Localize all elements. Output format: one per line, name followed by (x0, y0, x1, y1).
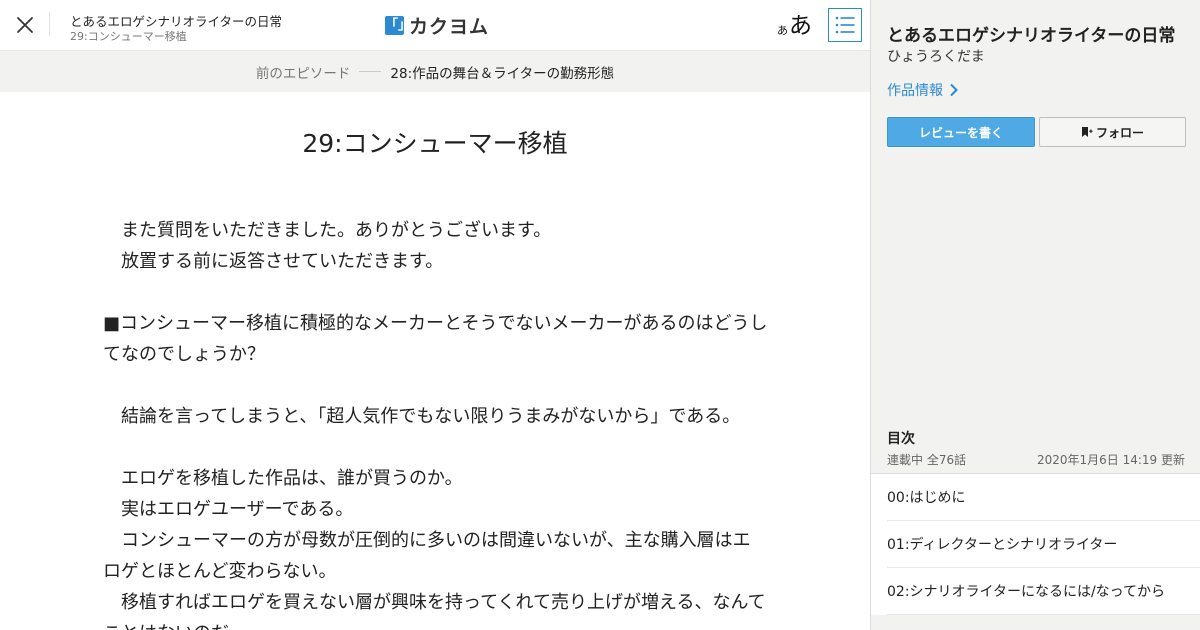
sidebar-work-title[interactable]: とあるエロゲシナリオライターの日常 (887, 21, 1175, 46)
current-episode-title: 29:コンシューマー移植 (70, 30, 187, 43)
episode-heading: 29:コンシューマー移植 (302, 129, 568, 158)
toc-status: 連載中 全76話 (887, 453, 967, 467)
divider (49, 12, 50, 36)
logo-text: カクヨム (409, 15, 490, 38)
sidebar: とあるエロゲシナリオライターの日常 ひょうろくだま 作品情報 レビューを書く フ… (870, 0, 1200, 630)
body-paragraph: 実はエロゲユーザーである。 (103, 499, 354, 520)
episode-body: また質問をいただきました。ありがとうございます。 放置する前に返答させていただき… (103, 215, 768, 630)
follow-button[interactable]: フォロー (1039, 117, 1186, 147)
work-info-link[interactable]: 作品情報 (887, 80, 959, 100)
work-info-label: 作品情報 (887, 83, 943, 99)
body-paragraph: 放置する前に返答させていただきます。 (103, 251, 444, 272)
logo-mark-icon: 「」 (385, 15, 412, 35)
previous-episode-bar: 前のエピソード 28:作品の舞台＆ライターの勤務形態 (0, 51, 870, 92)
font-size-small-glyph: あ (777, 24, 788, 37)
previous-episode-label: 前のエピソード (255, 65, 351, 82)
body-paragraph (103, 432, 768, 463)
toc-updated: 2020年1月6日 14:19 更新 (1036, 453, 1185, 467)
toc-item[interactable]: 02:シナリオライターになるには/なってから (887, 568, 1200, 615)
toc-list: 00:はじめに 01:ディレクターとシナリオライター 02:シナリオライターになるに… (871, 473, 1200, 615)
write-review-button[interactable]: レビューを書く (887, 117, 1035, 147)
body-paragraph (103, 277, 768, 308)
reader-pane: とあるエロゲシナリオライターの日常 29:コンシューマー移植 「」 カクヨム あ… (0, 0, 870, 630)
close-button[interactable] (12, 12, 38, 38)
bookmark-plus-icon (1081, 127, 1093, 137)
logo-mark-glyph: 「」 (385, 17, 412, 33)
body-paragraph: また質問をいただきました。ありがとうございます。 (103, 220, 552, 241)
font-size-toggle[interactable]: あ あ (777, 8, 812, 40)
toc-toggle-button[interactable] (828, 8, 862, 42)
action-buttons: レビューを書く フォロー (887, 117, 1186, 147)
kakuyomu-logo[interactable]: 「」 カクヨム (385, 13, 490, 38)
toc-item[interactable]: 00:はじめに (887, 474, 1200, 521)
body-paragraph: 結論を言ってしまうと、「超人気作でもない限りうまみがないから」である。 (103, 406, 741, 427)
author-name[interactable]: ひょうろくだま (887, 46, 985, 66)
close-icon (17, 17, 33, 33)
toc-heading: 目次 (887, 431, 915, 447)
font-size-large-glyph: あ (789, 13, 812, 39)
previous-episode-link[interactable]: 28:作品の舞台＆ライターの勤務形態 (390, 62, 614, 82)
chevron-right-icon (950, 83, 958, 97)
list-icon (835, 16, 855, 34)
body-paragraph (103, 370, 768, 401)
body-paragraph: 移植すればエロゲを買えない層が興味を持ってくれて売り上げが増える、なんてことはな… (103, 592, 766, 630)
body-paragraph: コンシューマーの方が母数が圧倒的に多いのは間違いないが、主な購入層はエロゲとほと… (103, 530, 751, 582)
body-paragraph: エロゲを移植した作品は、誰が買うのか。 (103, 468, 463, 489)
divider-line (359, 71, 382, 72)
follow-button-label: フォロー (1095, 125, 1144, 140)
top-bar: とあるエロゲシナリオライターの日常 29:コンシューマー移植 「」 カクヨム あ… (0, 0, 870, 51)
toc-item[interactable]: 01:ディレクターとシナリオライター (887, 521, 1200, 568)
body-paragraph: ■コンシューマー移植に積極的なメーカーとそうでないメーカーがあるのはどうしてなの… (103, 313, 768, 365)
